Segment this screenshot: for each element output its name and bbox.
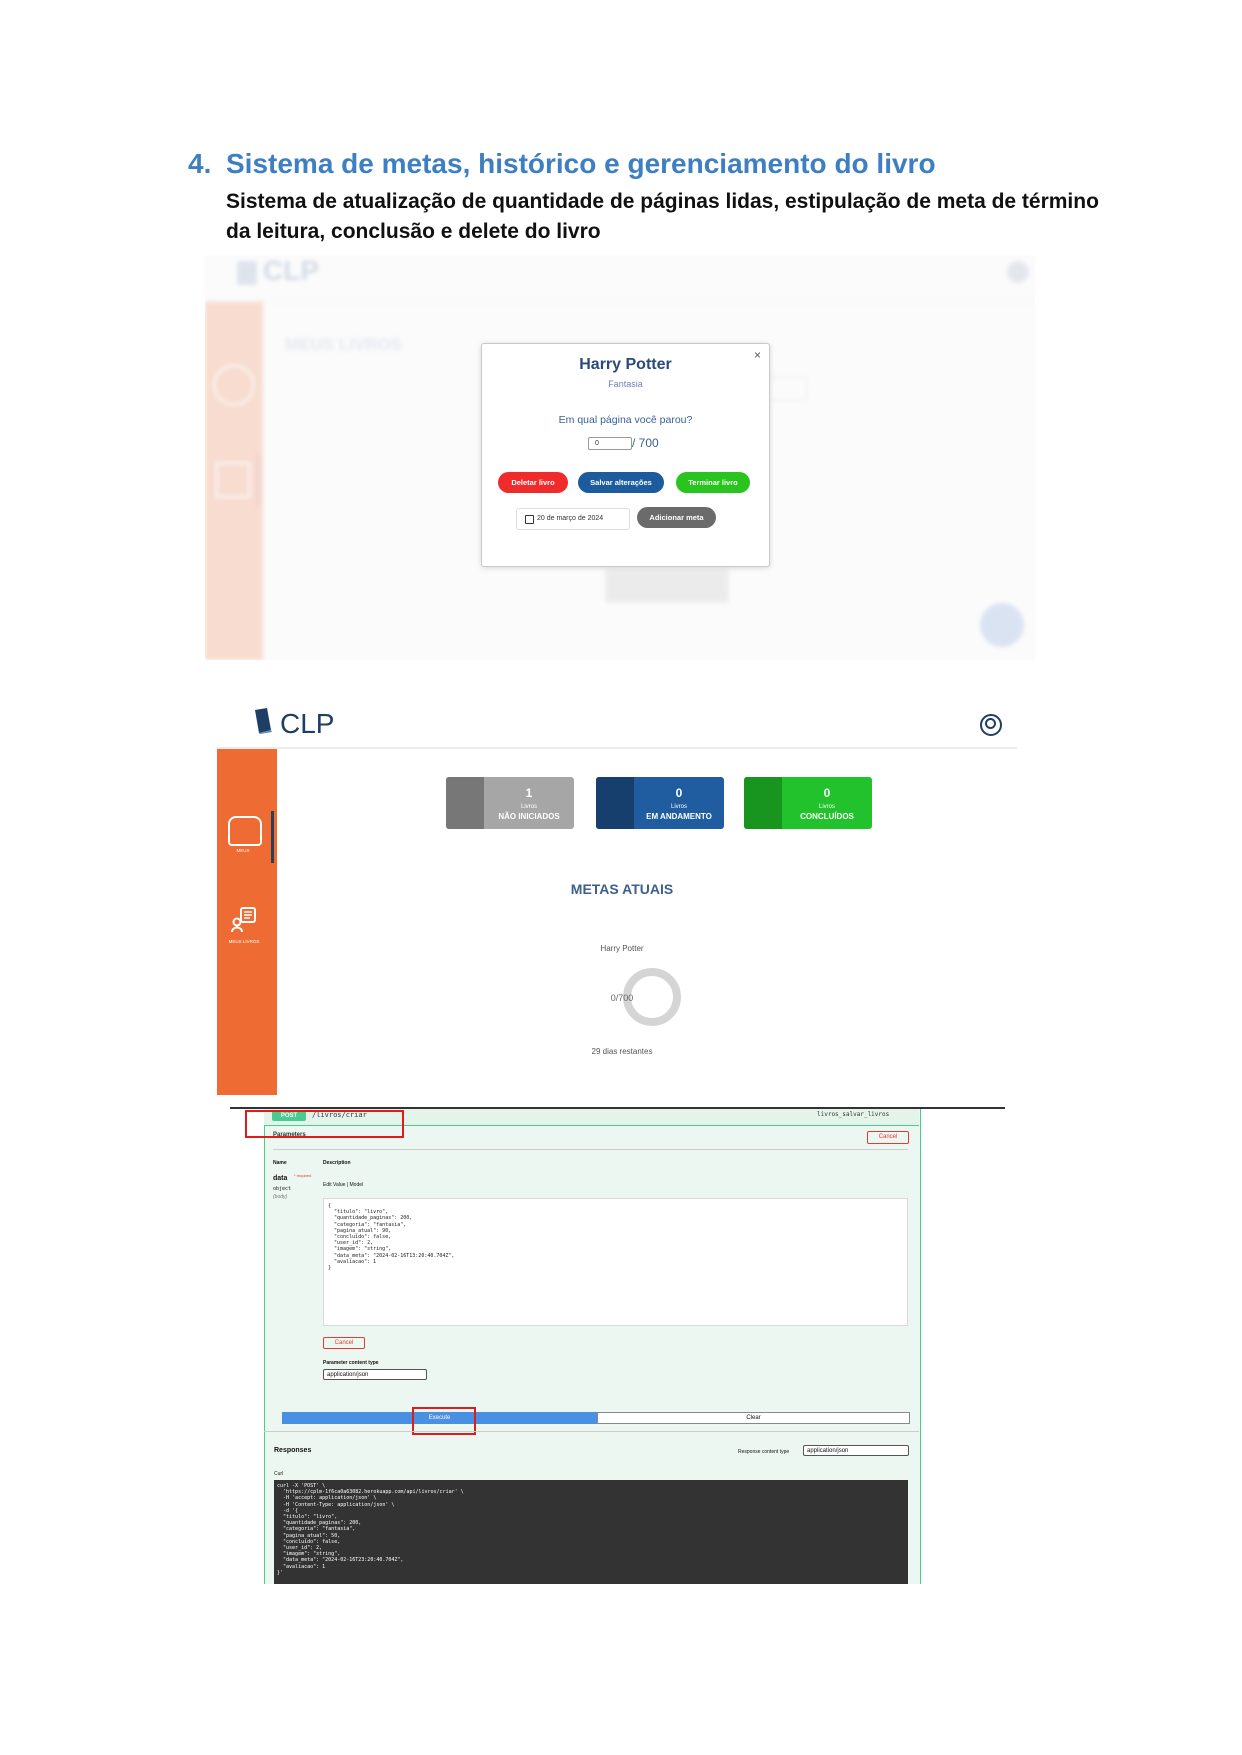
blurred-add-fab (980, 603, 1024, 647)
divider (264, 1431, 919, 1432)
response-content-type-label: Response content type (738, 1449, 790, 1455)
cancel-edit-button[interactable]: Cancel (323, 1337, 365, 1349)
modal-screenshot: CLP MEUS LIVROS × Harry Potter Fantasia … (205, 255, 1035, 660)
modal-book-genre: Fantasia (608, 379, 643, 389)
blurred-books-icon (215, 462, 251, 498)
current-goals-title: METAS ATUAIS (570, 881, 674, 897)
section-subtitle: Sistema de atualização de quantidade de … (226, 190, 1099, 243)
goal-days-left: 29 dias restantes (591, 1047, 653, 1056)
blurred-section-title: MEUS LIVROS (285, 335, 403, 354)
blurred-user-icon (1007, 261, 1029, 283)
blurred-active-indicator (257, 454, 260, 506)
dashboard-screenshot: CLP MEUS MEUS LIVROS 1 Livros NÃO INICIA… (217, 700, 1017, 1095)
finish-book-button[interactable]: Terminar livro (676, 472, 750, 493)
section-title: Sistema de metas, histórico e gerenciame… (226, 148, 936, 179)
response-content-type-select[interactable]: application/json (803, 1445, 909, 1456)
cancel-button[interactable]: Cancel (867, 1131, 909, 1144)
topbar-divider (217, 747, 1017, 749)
goal-book-title: Harry Potter (600, 944, 644, 953)
responses-heading: Responses (274, 1447, 312, 1454)
clear-button[interactable]: Clear (597, 1412, 910, 1424)
blurred-sidebar (205, 302, 263, 660)
modal-book-title: Harry Potter (579, 356, 672, 373)
param-content-type-label: Parameter content type (323, 1360, 379, 1366)
book-modal: × Harry Potter Fantasia Em qual página v… (481, 343, 770, 567)
divider (273, 1149, 908, 1150)
not-started-label1: Livros (520, 804, 537, 810)
not-started-card[interactable]: 1 Livros NÃO INICIADOS (446, 777, 574, 829)
param-type: object (273, 1186, 292, 1192)
not-started-count: 1 (525, 786, 533, 800)
param-name: data (273, 1175, 288, 1182)
completed-count: 0 (823, 786, 831, 800)
completed-card[interactable]: 0 Livros CONCLUÍDOS (744, 777, 872, 829)
in-progress-count: 0 (675, 786, 683, 800)
goal-date-picker[interactable]: 20 de março de 2024 (516, 508, 630, 530)
section-number: 4. (188, 148, 212, 179)
blurred-input (765, 377, 807, 401)
calendar-icon (525, 515, 534, 524)
goal-progress-text: 0/700 (610, 993, 634, 1003)
not-started-label2: NÃO INICIADOS (498, 812, 560, 821)
curl-command: curl -X 'POST' \ 'https://cplm-1f6ca0a63… (274, 1480, 908, 1584)
progress-icon (446, 777, 484, 829)
curl-label: Curl (274, 1471, 284, 1477)
in-progress-card[interactable]: 0 Livros EM ANDAMENTO (596, 777, 724, 829)
param-location: (body) (273, 1194, 288, 1200)
books-list-icon[interactable] (231, 907, 257, 933)
operation-id: livros_salvar_livros (817, 1111, 890, 1118)
blurred-home-icon (213, 364, 255, 406)
home-icon[interactable] (228, 816, 262, 846)
add-goal-button[interactable]: Adicionar meta (637, 507, 716, 528)
user-icon-head (985, 718, 996, 729)
swagger-screenshot: POST /livros/criar livros_salvar_livros … (230, 1107, 1005, 1584)
blurred-logo: CLP (263, 255, 319, 286)
completed-label1: Livros (818, 804, 835, 810)
delete-book-button[interactable]: Deletar livro (498, 472, 568, 493)
param-required: * required (294, 1173, 312, 1178)
total-pages: / 700 (632, 436, 659, 450)
app-logo[interactable]: CLP (280, 708, 334, 740)
book-logo-icon (255, 708, 272, 734)
highlight-box-endpoint (245, 1110, 404, 1138)
blurred-topbar-divider (205, 300, 1035, 302)
edit-value-model-tabs[interactable]: Edit Value | Model (323, 1182, 363, 1188)
sidebar-item-home-label[interactable]: MEUS (217, 848, 269, 853)
page-question: Em qual página você parou? (558, 414, 693, 426)
request-body-textarea[interactable]: { "titulo": "livro", "quantidade_paginas… (323, 1198, 908, 1326)
timer-icon (596, 777, 634, 829)
param-content-type-select[interactable]: application/json (323, 1369, 427, 1380)
in-progress-label1: Livros (670, 804, 687, 810)
sidebar: MEUS MEUS LIVROS (217, 749, 277, 1095)
completed-label2: CONCLUÍDOS (800, 812, 854, 821)
in-progress-label2: EM ANDAMENTO (646, 812, 712, 821)
column-name-header: Name (273, 1160, 287, 1166)
blurred-logo-icon (237, 261, 257, 285)
current-page-input[interactable]: 0 (588, 437, 632, 450)
column-description-header: Description (323, 1160, 351, 1166)
save-changes-button[interactable]: Salvar alterações (578, 472, 664, 493)
parameters-heading: Parameters (273, 1132, 306, 1138)
checklist-icon (744, 777, 782, 829)
active-indicator (271, 811, 274, 863)
goal-date-value: 20 de março de 2024 (537, 515, 604, 522)
blurred-button (605, 569, 729, 603)
